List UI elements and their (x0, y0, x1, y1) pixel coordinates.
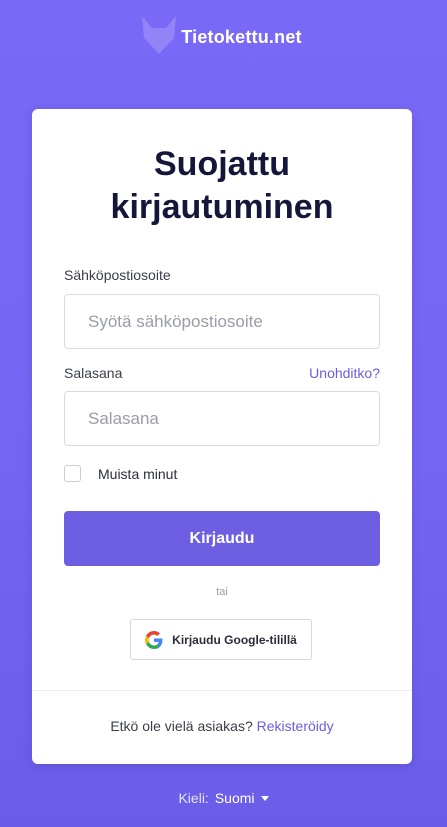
language-dropdown[interactable]: Suomi (215, 790, 269, 806)
password-field[interactable] (64, 391, 380, 446)
remember-me-label[interactable]: Muista minut (98, 466, 177, 482)
remember-me[interactable]: Muista minut (64, 465, 177, 482)
title-line-2: kirjautuminen (110, 188, 334, 226)
signup-prompt: Etkö ole vielä asiakas? Rekisteröidy (32, 718, 412, 734)
signup-text: Etkö ole vielä asiakas? (110, 718, 253, 734)
login-card: Suojattu kirjautuminen Sähköpostiosoite … (32, 109, 412, 764)
google-icon (145, 630, 163, 649)
login-button[interactable]: Kirjaudu (64, 511, 380, 566)
page-title: Suojattu kirjautuminen (32, 143, 412, 229)
email-field[interactable] (64, 294, 380, 349)
remember-me-checkbox[interactable] (64, 465, 81, 482)
google-login-label: Kirjaudu Google-tilillä (172, 632, 297, 647)
email-label: Sähköpostiosoite (64, 267, 171, 283)
password-label: Salasana (64, 365, 123, 381)
language-value[interactable]: Suomi (215, 790, 255, 806)
brand-header: Tietokettu.net (0, 12, 447, 62)
or-separator: tai (216, 586, 228, 598)
caret-down-icon[interactable] (260, 795, 269, 801)
brand-name[interactable]: Tietokettu.net (181, 27, 301, 48)
title-line-1: Suojattu (154, 145, 290, 183)
google-login-button[interactable]: Kirjaudu Google-tilillä (130, 619, 312, 660)
forgot-password-link[interactable]: Unohditko? (309, 365, 380, 381)
signup-link[interactable]: Rekisteröidy (257, 718, 334, 734)
language-selector: Kieli: Suomi (0, 790, 447, 806)
footer-divider (32, 690, 412, 691)
language-label: Kieli: (178, 790, 209, 806)
fox-icon (142, 16, 176, 54)
